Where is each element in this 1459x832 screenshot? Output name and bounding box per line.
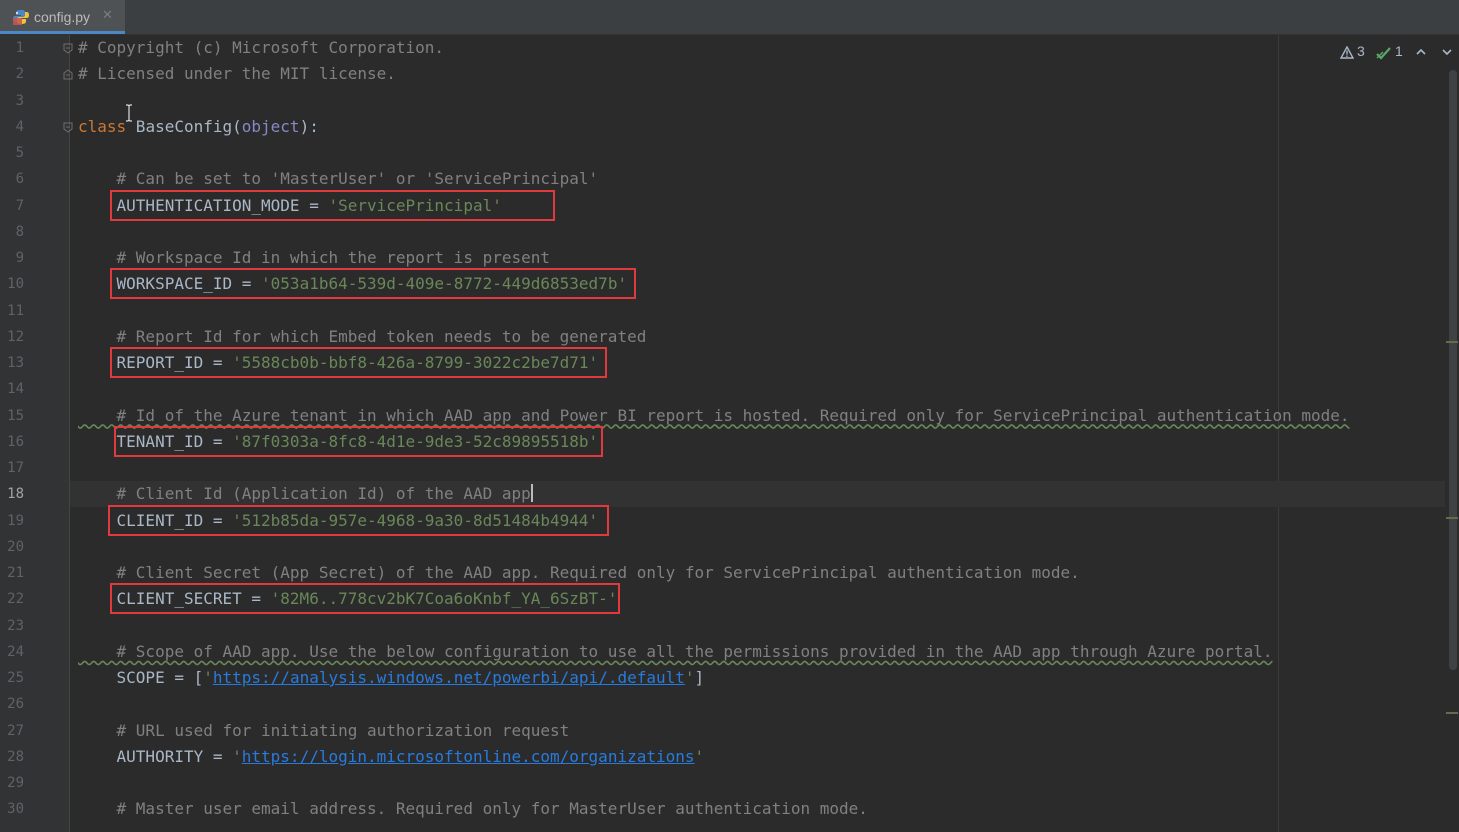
comment-token: # Client Secret (App Secret) of the AAD … — [78, 563, 1080, 582]
line-number[interactable]: 9 — [0, 248, 24, 268]
line-number[interactable]: 25 — [0, 668, 24, 688]
identifier-token: SCOPE = [ — [78, 668, 204, 687]
code-line[interactable]: # Client Id (Application Id) of the AAD … — [78, 484, 533, 504]
code-line[interactable]: # URL used for initiating authorization … — [78, 720, 570, 741]
line-number[interactable]: 20 — [0, 537, 24, 557]
code-line[interactable]: class BaseConfig(object): — [78, 117, 319, 137]
line-number[interactable]: 11 — [0, 301, 24, 321]
code-line[interactable]: # Client Secret (App Secret) of the AAD … — [78, 563, 1080, 583]
highlight-box — [114, 425, 603, 457]
code-line[interactable]: # Workspace Id in which the report is pr… — [78, 248, 550, 268]
comment-token: # Licensed under the MIT license. — [78, 64, 396, 84]
highlight-box — [108, 504, 609, 536]
warning-icon[interactable] — [1340, 46, 1354, 59]
python-file-icon — [13, 10, 29, 25]
text-caret — [530, 484, 533, 503]
comment-token: # Workspace Id in which the report is pr… — [78, 248, 551, 267]
string-quote: ' — [684, 668, 695, 687]
line-number[interactable]: 15 — [0, 406, 24, 426]
comment-token: # Report Id for which Embed token needs … — [78, 326, 647, 346]
line-number[interactable]: 5 — [0, 143, 24, 163]
line-number[interactable]: 6 — [0, 169, 24, 189]
string-quote: ' — [203, 668, 213, 687]
weak-warning-check-icon[interactable] — [1375, 46, 1393, 60]
warning-stripe-mark[interactable] — [1446, 712, 1458, 714]
code-line[interactable]: # Report Id for which Embed token needs … — [78, 326, 647, 347]
line-number[interactable]: 10 — [0, 274, 24, 294]
line-number[interactable]: 28 — [0, 747, 24, 767]
close-icon[interactable]: ✕ — [102, 8, 113, 23]
warnings-count[interactable]: 3 — [1357, 43, 1365, 61]
warning-stripe-mark[interactable] — [1446, 517, 1458, 519]
line-number-gutter[interactable]: 1 2 3 4 5 6 7 8 9 10 11 12 13 14 15 16 17 18 19 20 21 22 23 24 2… — [0, 35, 73, 832]
line-number[interactable]: 1 — [0, 38, 24, 58]
comment-token: # Can be set to 'MasterUser' or 'Service… — [78, 169, 599, 189]
url-link[interactable]: https://login.microsoftonline.com/organi… — [242, 747, 695, 766]
line-number[interactable]: 26 — [0, 694, 24, 714]
comment-token: # Id of the Azure tenant in which AAD ap… — [78, 405, 1350, 425]
line-number[interactable]: 19 — [0, 511, 24, 531]
comment-token: # Scope of AAD app. Use the below config… — [78, 641, 1273, 661]
line-number[interactable]: 18 — [0, 484, 24, 504]
code-line[interactable]: # Licensed under the MIT license. — [78, 64, 396, 84]
keyword-token: class — [78, 116, 127, 136]
line-number[interactable]: 30 — [0, 799, 24, 819]
line-number[interactable]: 23 — [0, 616, 24, 636]
line-number[interactable]: 12 — [0, 327, 24, 347]
line-number[interactable]: 22 — [0, 589, 24, 609]
highlight-box — [110, 268, 636, 300]
class-name-token: BaseConfig( — [126, 116, 242, 136]
string-quote: ' — [694, 746, 705, 766]
tab-label: config.py — [34, 9, 91, 25]
weak-warnings-count[interactable]: 1 — [1395, 43, 1403, 61]
ide-window: config.py ✕ 1 2 3 4 5 6 7 8 9 10 11 12 13 14 15 16 17 18 1… — [0, 0, 1459, 832]
code-line[interactable]: AUTHORITY = 'https://login.microsoftonli… — [78, 746, 705, 767]
line-number[interactable]: 8 — [0, 222, 24, 242]
comment-token: # Copyright (c) Microsoft Corporation. — [78, 38, 445, 57]
line-number[interactable]: 4 — [0, 117, 24, 137]
line-number[interactable]: 13 — [0, 353, 24, 373]
code-line[interactable]: # Master user email address. Required on… — [78, 799, 868, 819]
builtin-token: object — [241, 116, 300, 136]
line-number[interactable]: 27 — [0, 721, 24, 741]
code-line[interactable]: # Scope of AAD app. Use the below config… — [78, 641, 1273, 662]
identifier-token: AUTHORITY = — [78, 746, 233, 766]
punctuation-token: ): — [299, 116, 319, 136]
comment-token: # URL used for initiating authorization … — [78, 720, 570, 740]
string-quote: ' — [232, 746, 242, 766]
right-margin-guide — [1278, 35, 1279, 832]
code-editor[interactable]: # Copyright (c) Microsoft Corporation. # … — [70, 35, 1445, 832]
line-number[interactable]: 3 — [0, 91, 24, 111]
chevron-up-icon[interactable] — [1415, 46, 1427, 58]
highlight-box — [110, 347, 607, 378]
line-number[interactable]: 17 — [0, 458, 24, 478]
highlight-box — [110, 583, 620, 615]
text-cursor-icon — [126, 104, 132, 122]
scrollbar-thumb[interactable] — [1449, 70, 1457, 670]
code-line[interactable]: SCOPE = ['https://analysis.windows.net/p… — [78, 668, 705, 688]
comment-token: # Client Id (Application Id) of the AAD … — [78, 484, 531, 504]
line-number[interactable]: 7 — [0, 196, 24, 216]
line-number[interactable]: 16 — [0, 432, 24, 452]
highlight-box — [110, 189, 555, 221]
punctuation-token: ] — [694, 668, 705, 687]
line-number[interactable]: 14 — [0, 379, 24, 399]
comment-token: # Master user email address. Required on… — [78, 799, 868, 819]
warning-stripe-mark[interactable] — [1446, 341, 1458, 343]
line-number[interactable]: 2 — [0, 64, 24, 84]
code-line[interactable]: # Copyright (c) Microsoft Corporation. — [78, 38, 444, 58]
tab-config-py[interactable]: config.py ✕ — [0, 0, 125, 34]
editor-tab-bar: config.py ✕ — [0, 0, 1459, 35]
code-line[interactable]: # Can be set to 'MasterUser' or 'Service… — [78, 169, 599, 189]
url-link[interactable]: https://analysis.windows.net/powerbi/api… — [213, 668, 685, 687]
vertical-scrollbar[interactable] — [1445, 35, 1459, 832]
line-number[interactable]: 29 — [0, 773, 24, 793]
code-line[interactable]: # Id of the Azure tenant in which AAD ap… — [78, 406, 1350, 426]
line-number[interactable]: 24 — [0, 642, 24, 662]
line-number[interactable]: 21 — [0, 563, 24, 583]
